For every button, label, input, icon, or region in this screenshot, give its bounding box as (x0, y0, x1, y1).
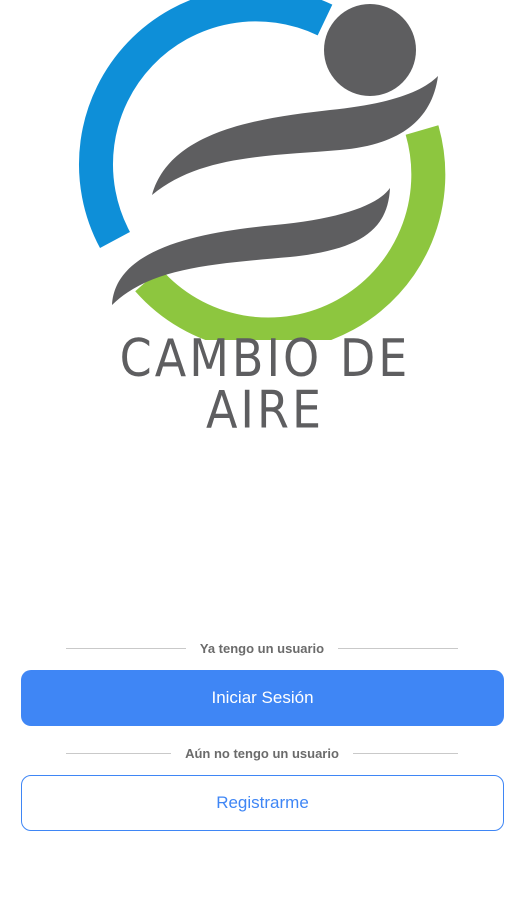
login-divider: Ya tengo un usuario (66, 638, 458, 658)
logo-head-circle (324, 4, 416, 96)
cambio-de-aire-emblem (79, 0, 446, 340)
divider-line-left (66, 647, 186, 649)
divider-line-right (338, 647, 458, 649)
register-divider: Aún no tengo un usuario (66, 743, 459, 763)
login-divider-label: Ya tengo un usuario (199, 640, 325, 656)
logo-upper-swoosh (152, 76, 438, 195)
app-logo: CAMBIO DE AIRE (60, 0, 470, 436)
register-button[interactable]: Registrarme (21, 775, 504, 831)
register-divider-label: Aún no tengo un usuario (185, 745, 339, 761)
logo-wordmark: CAMBIO DE AIRE (119, 328, 411, 440)
divider-line-right (352, 752, 459, 754)
divider-line-left (66, 752, 172, 754)
login-button[interactable]: Iniciar Sesión (21, 670, 504, 726)
